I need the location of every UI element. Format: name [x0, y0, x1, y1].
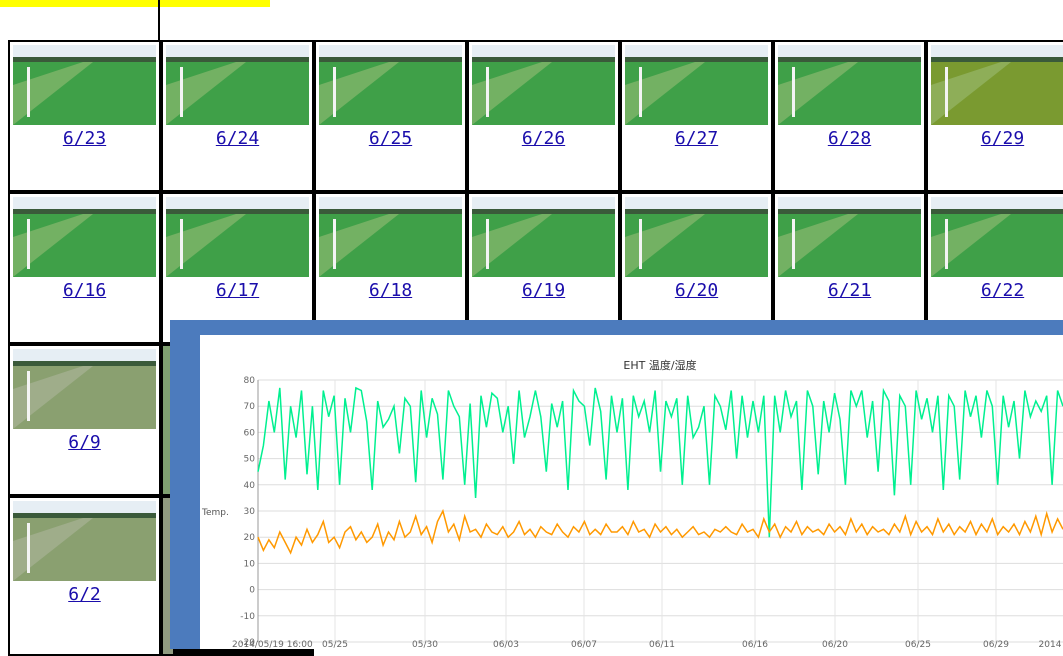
gallery-row: 6/23 6/24 6/25 6/26 6/27 6/28 6/29 — [8, 40, 1063, 192]
y-tick-label: 20 — [244, 533, 256, 543]
x-tick-label: 05/25 — [322, 640, 348, 649]
photo-cell: 6/25 — [316, 42, 465, 190]
x-tick-label: 06/16 — [742, 640, 768, 649]
x-tick-label: 06/11 — [649, 640, 675, 649]
field-photo-thumbnail[interactable] — [166, 197, 309, 277]
field-photo-thumbnail[interactable] — [13, 45, 156, 125]
highlight-bar — [0, 0, 270, 7]
temperature-humidity-chart: EHT 温度/湿度80706050403020100-10-202014/05/… — [201, 358, 1063, 650]
photo-cell: 6/16 — [10, 194, 159, 342]
date-link[interactable]: 6/27 — [622, 128, 771, 149]
date-link[interactable]: 6/24 — [163, 128, 312, 149]
date-link[interactable]: 6/25 — [316, 128, 465, 149]
photo-cell: 6/27 — [622, 42, 771, 190]
y-tick-label: -10 — [240, 612, 255, 622]
y-tick-label: 40 — [244, 481, 256, 491]
field-photo-thumbnail[interactable] — [13, 501, 156, 581]
date-link[interactable]: 6/18 — [316, 280, 465, 301]
y-tick-label: 80 — [244, 376, 256, 386]
date-link[interactable]: 6/20 — [622, 280, 771, 301]
x-tick-label: 05/30 — [412, 640, 438, 649]
chart-title: EHT 温度/湿度 — [623, 358, 696, 372]
field-photo-thumbnail[interactable] — [472, 197, 615, 277]
date-link[interactable]: 6/22 — [928, 280, 1063, 301]
chart-popup[interactable]: EHT 温度/湿度 80 70 60 50 40 30 20 10 0 -10 -20 2014/05/… — [170, 320, 1063, 650]
x-tick-label: 06/07 — [571, 640, 597, 649]
x-tick-label: 2014/05/19 16:00 — [232, 640, 313, 649]
date-link[interactable]: 6/21 — [775, 280, 924, 301]
date-link[interactable]: 6/23 — [10, 128, 159, 149]
field-photo-thumbnail[interactable] — [625, 197, 768, 277]
y-tick-label: 70 — [244, 402, 256, 412]
field-photo-thumbnail[interactable] — [472, 45, 615, 125]
x-tick-label: 2014 — [1039, 640, 1062, 649]
field-photo-thumbnail[interactable] — [931, 197, 1063, 277]
field-photo-thumbnail[interactable] — [13, 197, 156, 277]
column-divider — [158, 0, 160, 42]
field-photo-thumbnail[interactable] — [319, 197, 462, 277]
y-tick-label: 60 — [244, 428, 256, 438]
photo-cell: 6/9 — [10, 346, 159, 494]
y-tick-label: 30 — [244, 507, 256, 517]
field-photo-thumbnail[interactable] — [778, 45, 921, 125]
date-link[interactable]: 6/29 — [928, 128, 1063, 149]
series-line-humidity — [257, 386, 1063, 538]
photo-cell: 6/24 — [163, 42, 312, 190]
field-photo-thumbnail[interactable] — [778, 197, 921, 277]
date-link[interactable]: 6/16 — [10, 280, 159, 301]
photo-cell: 6/29 — [928, 42, 1063, 190]
photo-cell: 6/26 — [469, 42, 618, 190]
y-tick-label: 10 — [244, 559, 256, 569]
y-tick-label: 0 — [249, 586, 255, 596]
date-link[interactable]: 6/28 — [775, 128, 924, 149]
field-photo-thumbnail[interactable] — [931, 45, 1063, 125]
series-line-temperature — [257, 508, 1063, 555]
field-photo-thumbnail[interactable] — [166, 45, 309, 125]
x-tick-label: 06/03 — [493, 640, 519, 649]
photo-cell: 6/28 — [775, 42, 924, 190]
x-tick-label: 06/25 — [905, 640, 931, 649]
y-axis-label: Temp. — [201, 508, 229, 518]
x-tick-label: 06/20 — [822, 640, 848, 649]
date-link[interactable]: 6/9 — [10, 432, 159, 453]
field-photo-thumbnail[interactable] — [625, 45, 768, 125]
date-link[interactable]: 6/17 — [163, 280, 312, 301]
date-link[interactable]: 6/26 — [469, 128, 618, 149]
date-link[interactable]: 6/19 — [469, 280, 618, 301]
chart-panel: EHT 温度/湿度 80 70 60 50 40 30 20 10 0 -10 -20 2014/05/… — [200, 335, 1063, 650]
photo-cell: 6/23 — [10, 42, 159, 190]
date-link[interactable]: 6/2 — [10, 584, 159, 605]
field-photo-thumbnail[interactable] — [319, 45, 462, 125]
x-tick-label: 06/29 — [983, 640, 1009, 649]
photo-cell: 6/2 — [10, 498, 159, 654]
field-photo-thumbnail[interactable] — [13, 349, 156, 429]
y-tick-label: 50 — [244, 455, 256, 465]
